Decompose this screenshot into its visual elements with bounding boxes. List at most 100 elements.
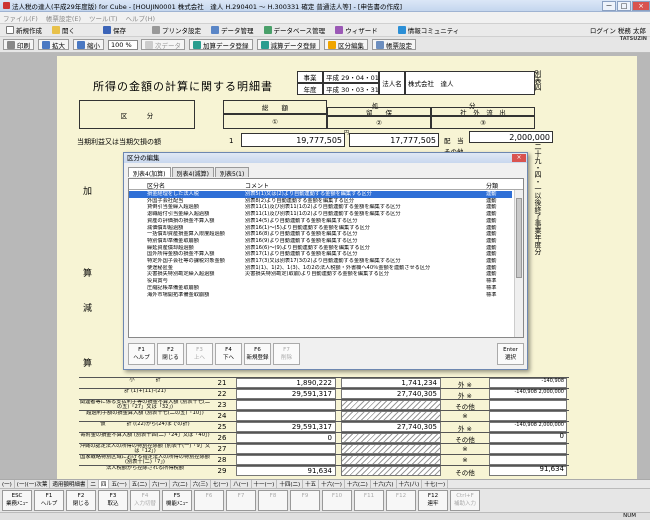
new-button[interactable]: 新規作成 [3, 25, 45, 36]
list-item[interactable]: 外国子会社配当 別表8(2)より自動連動する金額を編集する区分 連動 [129, 198, 512, 205]
fkey-10[interactable]: F10 [322, 490, 352, 511]
menu-form-settings[interactable]: 帳票設定(E) [46, 13, 81, 23]
period-from[interactable]: 平成 29・04・01 [323, 71, 379, 83]
first-row-total[interactable]: 19,777,505 [241, 133, 345, 147]
page-tab[interactable]: 七(一) [211, 480, 232, 488]
key-code: F1 [138, 347, 145, 353]
page-tab[interactable]: 六(一) [150, 480, 171, 488]
fkey-8[interactable]: F8 [258, 490, 288, 511]
fkey-3[interactable]: F3 取込 [98, 490, 128, 511]
list-item[interactable]: 役員賞与 標準 [129, 278, 512, 285]
list-item[interactable]: 退職給付引当金繰入超過額 別表11(1)及び別表11(1の2)より自動連動する金額… [129, 211, 512, 218]
list-item[interactable]: 損金経理をした法人税 別表5(1)又は(2)より自動連動する金額を編集する区分 連動 [129, 191, 512, 198]
dialog-close-button[interactable]: × [512, 154, 526, 162]
page-tab[interactable]: 六(三) [191, 480, 211, 488]
tab-add[interactable]: 別表4(加算) [128, 167, 171, 178]
save-button[interactable]: 保存 [100, 25, 129, 36]
list-scrollbar[interactable] [514, 190, 523, 337]
fkey-5[interactable]: F5 機能ﾒﾆｭｰ [162, 490, 192, 511]
page-tab[interactable]: 十七(一) [422, 480, 449, 488]
page-tab[interactable]: (一) [0, 480, 15, 488]
page-tab[interactable]: (一)(一)次葉 [15, 480, 51, 488]
fkey-11[interactable]: F11 [354, 490, 384, 511]
form-settings-button[interactable]: 帳票設定 [372, 39, 416, 50]
dialog-key-0[interactable]: F1 ヘルプ [128, 343, 155, 365]
next-data-button[interactable]: 次データ [141, 39, 185, 50]
wizard-button[interactable]: ウィザード [332, 25, 381, 36]
list-item[interactable]: 一括償却資産損金算入限度超過額 別表16(8)より自動連動する金額を編集する区分 連… [129, 231, 512, 238]
page-tab[interactable]: 二 [88, 480, 99, 488]
haito-value[interactable]: 2,000,000 [469, 131, 553, 143]
info-community-button[interactable]: 情報コミュニティ [395, 25, 463, 36]
fkey-7[interactable]: F7 [226, 490, 256, 511]
page-tab[interactable]: 十四(二) [277, 480, 304, 488]
zoom-out-button[interactable]: 縮小 [73, 39, 104, 50]
page-tab[interactable]: 十六(六) [371, 480, 397, 488]
list-item[interactable]: 資産の評価損の損金不算入額 別表14(5)より自動連動する金額を編集する区分 連動 [129, 218, 512, 225]
minimize-button[interactable]: － [602, 0, 616, 11]
open-button[interactable]: 開く [49, 25, 78, 36]
list-item[interactable]: 使途秘匿金 別表1(1)、1(2)、1(3)、1の2の法人税額・外書欄へ40％金額… [129, 265, 512, 272]
fkey-2[interactable]: F2 閉じる [66, 490, 96, 511]
scrollbar-thumb[interactable] [516, 198, 522, 278]
tab-subtract[interactable]: 別表4(減算) [171, 167, 214, 178]
dialog-key-4[interactable]: F6 新規登録 [244, 343, 271, 365]
list-item[interactable]: 貸倒引当金繰入超過額 別表11(1)及び別表11(1の2)より自動連動する金額を編… [129, 204, 512, 211]
fkey-0[interactable]: ESC 業務ﾒﾆｭｰ [2, 490, 32, 511]
list-item[interactable]: 特別償却準備金取崩額 別表16(9)より自動連動する金額を編集する区分 連動 [129, 238, 512, 245]
vertical-san: 算 [83, 269, 93, 279]
category-edit-button[interactable]: 区分編集 [324, 39, 368, 50]
dialog-key-3[interactable]: F4 下へ [215, 343, 242, 365]
page-tab[interactable]: 十一(一) [252, 480, 278, 488]
ryuho-header: 留 保 [327, 107, 431, 116]
menu-bar: ファイル(F) 帳票設定(E) ツール(T) ヘルプ(H) [0, 12, 650, 23]
dialog-key-6[interactable]: Enter 選択 [497, 343, 524, 365]
close-button[interactable]: × [632, 0, 650, 11]
menu-file[interactable]: ファイル(F) [3, 13, 38, 23]
list-item-type: 連動 [486, 264, 497, 271]
list-item[interactable]: 繰延資産償却超過額 別表16(6)～(9)より自動連動する金額を編集する区分 連動 [129, 245, 512, 252]
page-tab[interactable]: 適用額明細書 [50, 480, 89, 488]
page-tab[interactable]: 五(二) [130, 480, 151, 488]
menu-help[interactable]: ヘルプ(H) [126, 13, 155, 23]
page-tab[interactable]: 六(二) [170, 480, 191, 488]
printer-settings-button[interactable]: プリンタ設定 [149, 25, 204, 36]
dialog-key-1[interactable]: F2 閉じる [157, 343, 184, 365]
first-row-ryuho[interactable]: 17,777,505 [349, 133, 439, 147]
dialog-key-2[interactable]: F3 上へ [186, 343, 213, 365]
page-tab[interactable]: 五(一) [109, 480, 130, 488]
data-manage-button[interactable]: データ管理 [208, 25, 257, 36]
page-tab[interactable]: 八(一) [231, 480, 252, 488]
list-item-comment: 別表14(5)より自動連動する金額を編集する区分 [245, 217, 358, 224]
fkey-12[interactable]: F12 [386, 490, 416, 511]
maximize-button[interactable]: □ [617, 0, 631, 11]
page-tab[interactable]: 十六(二) [345, 480, 371, 488]
list-item[interactable]: 災害損失特別勘定繰入超過額 災害損失特別勘定(取崩)より自動連動する金額を編集する… [129, 271, 512, 278]
list-item[interactable]: 圧縮記帳準備金取崩額 標準 [129, 285, 512, 292]
database-manage-button[interactable]: データベース管理 [261, 25, 329, 36]
menu-tools[interactable]: ツール(T) [89, 13, 118, 23]
fkey-6[interactable]: F6 [194, 490, 224, 511]
list-item[interactable]: 国外所得金額の損金不算入額 別表17(1)より自動連動する金額を編集する区分 連動 [129, 251, 512, 258]
page-tab[interactable]: 十五 [303, 480, 320, 488]
fkey-14[interactable]: Ctrl+F 補助入力 [450, 490, 480, 511]
list-item[interactable]: 海外市場開拓準備金取崩額 標準 [129, 292, 512, 299]
fkey-13[interactable]: F12 連牢 [418, 490, 448, 511]
print-button[interactable]: 印刷 [3, 39, 34, 50]
fkey-4[interactable]: F4 入力切替 [130, 490, 160, 511]
dialog-key-5[interactable]: F7 削除 [273, 343, 300, 365]
fkey-1[interactable]: F1 ヘルプ [34, 490, 64, 511]
sub-data-register-button[interactable]: 減算データ登録 [256, 39, 320, 50]
tab-table5[interactable]: 別表5(1) [215, 167, 250, 178]
zoom-in-button[interactable]: 拡大 [38, 39, 69, 50]
key-label: 削除 [280, 355, 292, 361]
page-tab[interactable]: 十六(八) [397, 480, 423, 488]
period-to[interactable]: 平成 30・03・31 [323, 83, 379, 95]
zoom-level-input[interactable]: 100 % [108, 39, 138, 50]
page-tab[interactable]: 四 [98, 480, 110, 488]
list-item[interactable]: 特定外国子会社等の課税対象金額 別表17(3)又は別表17(3の2)より自動連動す… [129, 258, 512, 265]
add-data-register-button[interactable]: 加算データ登録 [189, 39, 253, 50]
list-item[interactable]: 減価償却超過額 別表16(1)～(5)より自動連動する金額を編集する区分 連動 [129, 225, 512, 232]
fkey-9[interactable]: F9 [290, 490, 320, 511]
page-tab[interactable]: 十六(一) [319, 480, 345, 488]
